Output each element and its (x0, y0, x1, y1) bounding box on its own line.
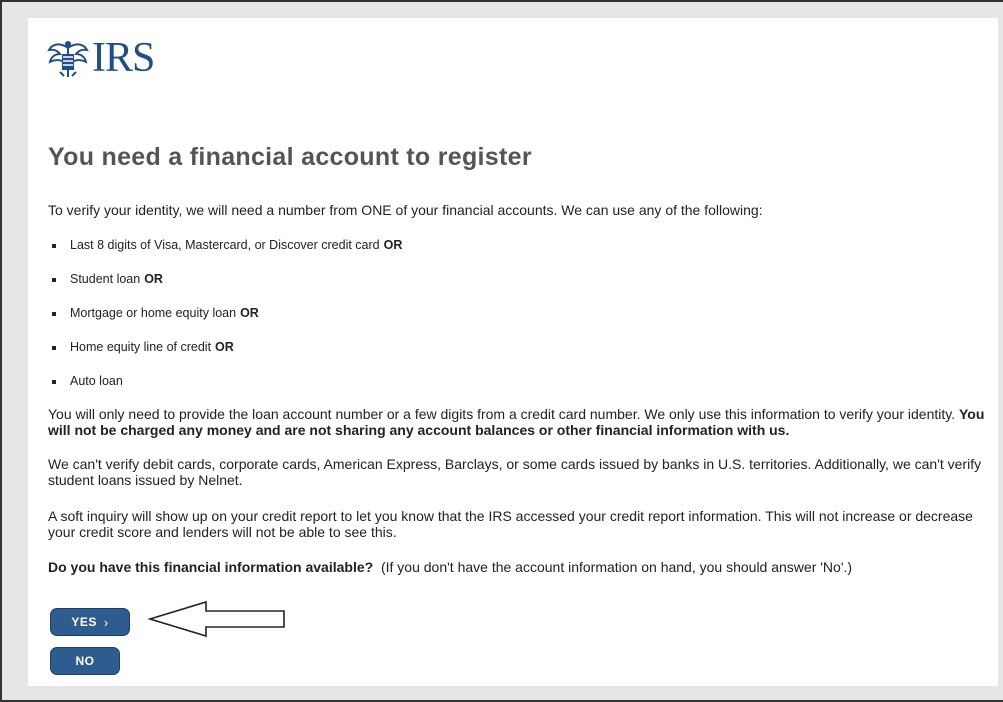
list-item-label: Mortgage or home equity loan (70, 306, 237, 320)
financial-account-list: Last 8 digits of Visa, Mastercard, or Di… (50, 238, 402, 408)
list-item-label: Home equity line of credit (70, 340, 212, 354)
list-item: Mortgage or home equity loan OR (50, 306, 402, 340)
list-item-conjunction: OR (383, 238, 403, 252)
left-arrow-icon (148, 600, 285, 638)
list-item: Student loan OR (50, 272, 402, 306)
window-frame: IRS You need a financial account to regi… (0, 0, 1003, 702)
yes-button-label: YES (71, 615, 97, 629)
intro-text: To verify your identity, we will need a … (48, 202, 763, 218)
chevron-right-icon: › (103, 614, 109, 630)
question-paragraph: Do you have this financial information a… (48, 559, 998, 575)
soft-inquiry-paragraph: A soft inquiry will show up on your cred… (48, 508, 973, 540)
list-item: Home equity line of credit OR (50, 340, 402, 374)
no-button[interactable]: NO (50, 647, 120, 675)
list-item-conjunction: OR (215, 340, 234, 354)
content-panel: IRS You need a financial account to regi… (28, 18, 998, 686)
bullet-icon (52, 312, 56, 316)
irs-logo[interactable]: IRS (46, 35, 155, 81)
list-item: Auto loan (50, 374, 402, 408)
list-item-label: Student loan (70, 272, 141, 286)
list-item-conjunction: OR (144, 272, 163, 286)
list-item-label: Last 8 digits of Visa, Mastercard, or Di… (70, 238, 380, 252)
irs-eagle-icon (47, 41, 89, 77)
verification-info-paragraph: You will only need to provide the loan a… (48, 406, 998, 438)
bullet-icon (52, 380, 56, 384)
bullet-icon (52, 278, 56, 282)
list-item-label: Auto loan (70, 374, 123, 388)
availability-question: Do you have this financial information a… (48, 559, 374, 575)
unsupported-cards-paragraph: We can't verify debit cards, corporate c… (48, 456, 982, 488)
logo-text: IRS (92, 35, 155, 81)
yes-button[interactable]: YES › (50, 608, 130, 636)
verification-info-text: You will only need to provide the loan a… (48, 406, 956, 422)
bullet-icon (52, 244, 56, 248)
list-item-conjunction: OR (240, 306, 259, 320)
bullet-icon (52, 346, 56, 350)
list-item: Last 8 digits of Visa, Mastercard, or Di… (50, 238, 402, 272)
question-note: (If you don't have the account informati… (380, 559, 853, 575)
no-button-label: NO (75, 654, 95, 668)
page-title: You need a financial account to register (48, 143, 532, 171)
